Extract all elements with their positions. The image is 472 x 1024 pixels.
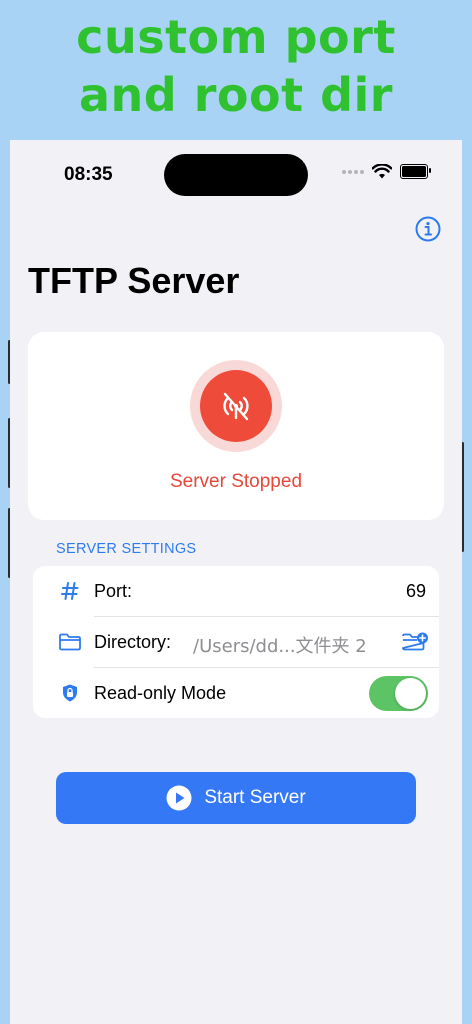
promo-line-2: and root dir — [78, 68, 393, 122]
port-label: Port: — [94, 581, 133, 601]
cellular-signal-icon — [342, 169, 364, 174]
lock-shield-icon — [58, 682, 82, 704]
read-only-label: Read-only Mode — [94, 683, 227, 703]
port-value[interactable]: 69 — [406, 581, 426, 602]
folder-icon — [58, 631, 82, 653]
start-server-label: Start Server — [204, 787, 306, 808]
settings-card: Port: 69 Directory: /Users/dd...文件夹 2 Re… — [33, 566, 439, 718]
folder-add-icon[interactable] — [401, 630, 429, 654]
play-circle-icon — [166, 785, 192, 811]
wifi-icon — [372, 164, 392, 179]
read-only-toggle[interactable] — [369, 676, 428, 711]
status-time: 08:35 — [64, 164, 113, 185]
battery-icon — [400, 164, 431, 179]
status-indicator — [190, 360, 282, 452]
promo-banner: custom port and root dir — [0, 0, 472, 140]
read-only-row: Read-only Mode — [33, 668, 439, 718]
directory-path: /Users/dd...文件夹 2 — [193, 636, 367, 657]
phone-screen: 08:35 TFTP Server Server Stopped SERVER … — [10, 140, 462, 1024]
directory-row[interactable]: Directory: /Users/dd...文件夹 2 — [33, 617, 439, 667]
toggle-knob — [395, 678, 426, 709]
server-status-card: Server Stopped — [28, 332, 444, 520]
antenna-off-icon — [223, 392, 249, 421]
section-header-server-settings: SERVER SETTINGS — [56, 541, 197, 557]
status-indicator-inner — [200, 370, 272, 442]
status-icons — [342, 164, 431, 179]
port-row[interactable]: Port: 69 — [33, 566, 439, 616]
dynamic-island — [164, 154, 308, 196]
start-server-button[interactable]: Start Server — [56, 772, 416, 824]
hash-icon — [58, 580, 82, 602]
info-icon[interactable] — [414, 215, 442, 243]
directory-label: Directory: — [94, 632, 172, 652]
promo-line-1: custom port — [76, 10, 396, 64]
server-status-text: Server Stopped — [169, 471, 303, 492]
page-title: TFTP Server — [28, 260, 240, 301]
